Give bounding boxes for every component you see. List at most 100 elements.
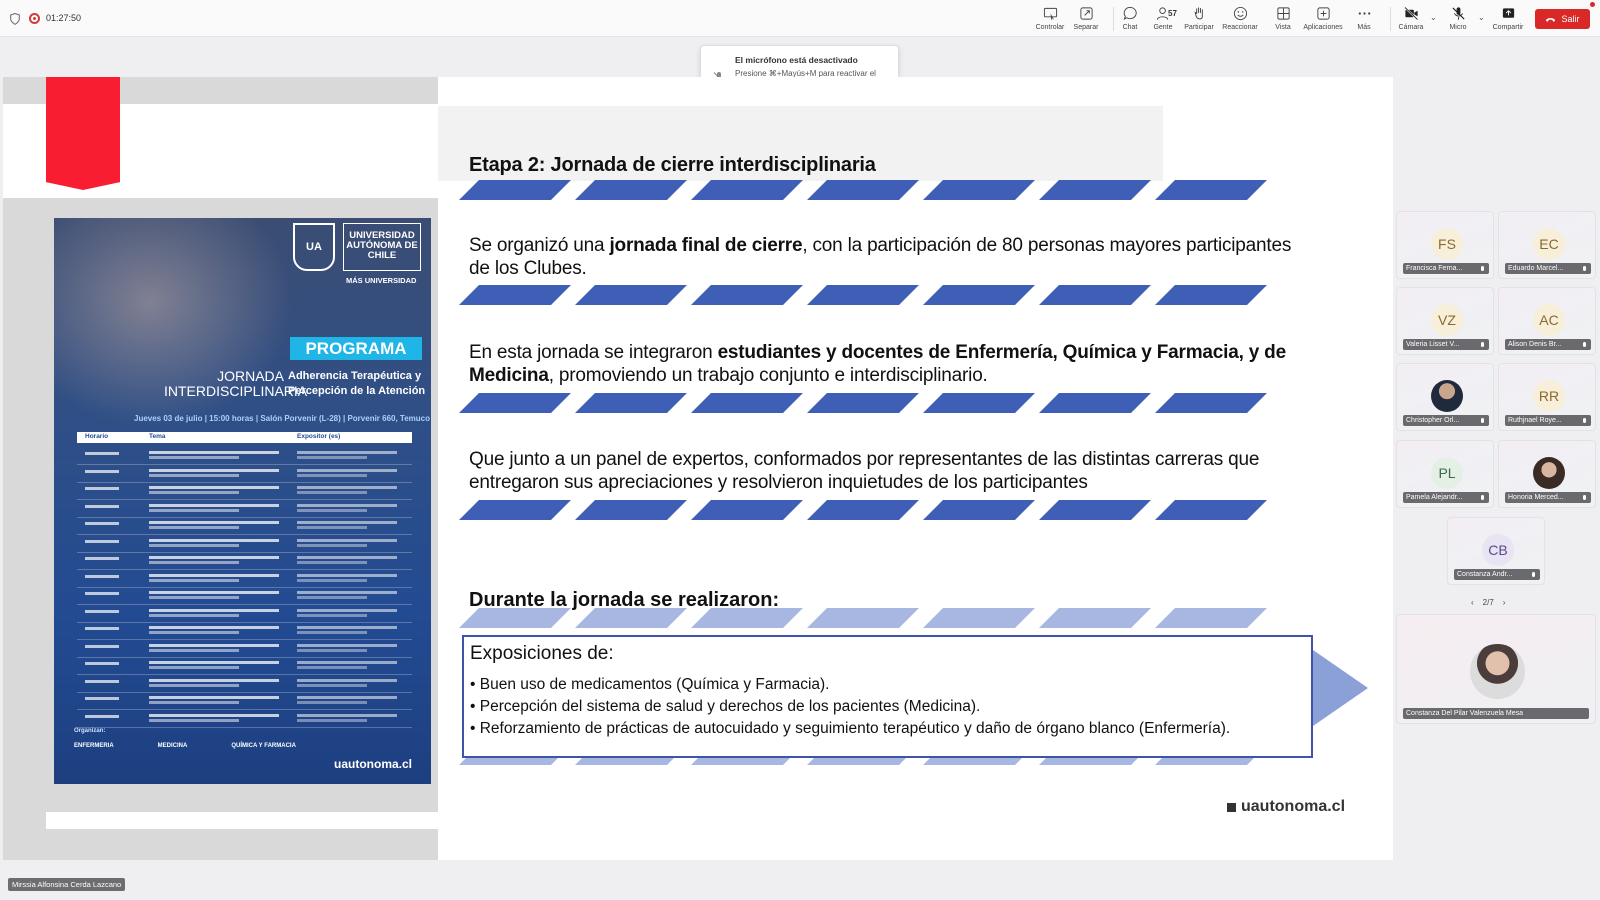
popout-icon <box>1079 7 1093 20</box>
stripe <box>1039 500 1151 520</box>
next-page-chevron-icon[interactable]: › <box>1503 598 1506 607</box>
stripe <box>1155 500 1267 520</box>
table-row <box>77 465 412 483</box>
paragraph-3: Que junto a un panel de expertos, confor… <box>469 449 1260 493</box>
slide-heading: Etapa 2: Jornada de cierre interdiscipli… <box>469 154 876 176</box>
participant-tile[interactable]: CB Constanza Andr... <box>1447 517 1545 585</box>
meeting-timer: 01:27:50 <box>46 13 82 23</box>
participant-tile[interactable]: VZ Valeria Lisset V... <box>1396 287 1494 355</box>
participant-tile[interactable]: FS Francisca Ferna... <box>1396 211 1494 279</box>
stripe <box>575 285 687 305</box>
presenter-name-label: Mirssia Alfonsina Cerda Lazcano <box>8 878 126 891</box>
box-title: Exposiciones de: <box>470 643 614 664</box>
avatar-photo <box>1533 457 1565 489</box>
mic-options-chevron-icon[interactable]: ⌄ <box>1478 13 1485 22</box>
paragraph-2: En esta jornada se integraron estudiante… <box>469 342 1286 386</box>
stripe-row <box>459 393 1267 413</box>
arrow-decoration <box>1313 650 1368 726</box>
exposiciones-box: Exposiciones de: Buen uso de medicamento… <box>462 635 1313 758</box>
participant-tile[interactable]: EC Eduardo Marcel... <box>1498 211 1596 279</box>
self-video-photo <box>1470 644 1525 699</box>
exposiciones-list: Buen uso de medicamentos (Química y Farm… <box>470 674 1230 740</box>
leave-button[interactable]: Salir <box>1535 9 1590 29</box>
avatar: AC <box>1533 304 1565 336</box>
avatar-photo <box>1431 380 1463 412</box>
participant-name: Constanza Andr... <box>1454 569 1540 580</box>
list-item: Reforzamiento de prácticas de autocuidad… <box>470 718 1230 740</box>
square-bullet-icon <box>1227 802 1236 812</box>
share-icon <box>1502 8 1514 18</box>
avatar: CB <box>1482 534 1514 566</box>
stripe <box>807 500 919 520</box>
stripe <box>691 608 803 628</box>
stripe <box>1155 608 1267 628</box>
raise-hand-button[interactable]: Participar <box>1177 6 1221 31</box>
participant-tile[interactable]: Christopher Orl... <box>1396 363 1494 431</box>
stripe <box>1039 393 1151 413</box>
table-row <box>77 640 412 658</box>
stripe <box>459 285 571 305</box>
participant-name: Christopher Orl... <box>1403 415 1489 426</box>
meeting-toolbar: 01:27:50 Controlar Separar Chat 57 Gente… <box>0 0 1600 37</box>
popout-button[interactable]: Separar <box>1064 6 1108 31</box>
avatar: FS <box>1431 228 1463 260</box>
stripe <box>459 180 571 200</box>
university-tagline: MÁS UNIVERSIDAD <box>346 276 417 285</box>
stripe-row <box>459 285 1267 305</box>
poster-jornada: JORNADA INTERDISCIPLINARIA <box>164 368 308 399</box>
poster-organizan: Organizan: <box>74 728 106 734</box>
stripe <box>575 608 687 628</box>
stripe <box>1155 180 1267 200</box>
stripe <box>691 500 803 520</box>
stripe-row <box>459 180 1267 200</box>
participant-tile[interactable]: PL Pamela Alejandr... <box>1396 440 1494 508</box>
stripe-row <box>459 608 1267 628</box>
university-name: UNIVERSIDAD AUTÓNOMA DE CHILE <box>343 223 421 271</box>
participant-tile[interactable]: AC Alison Denis Br... <box>1498 287 1596 355</box>
react-button[interactable]: Reaccionar <box>1218 6 1262 31</box>
more-button[interactable]: Más <box>1342 6 1386 31</box>
stripe <box>1039 608 1151 628</box>
gallery-pager: ‹ 2/7 › <box>1471 598 1505 607</box>
table-row <box>77 447 412 465</box>
table-row <box>77 692 412 710</box>
table-row <box>77 657 412 675</box>
list-item: Buen uso de medicamentos (Química y Farm… <box>470 674 1230 696</box>
table-row <box>77 500 412 518</box>
participant-tile[interactable]: Honoria Merced... <box>1498 440 1596 508</box>
participant-tile[interactable]: RR Ruthjnael Roye... <box>1498 363 1596 431</box>
stripe <box>923 180 1035 200</box>
stripe <box>923 393 1035 413</box>
programa-label: PROGRAMA <box>290 337 422 360</box>
stripe <box>1155 393 1267 413</box>
control-icon <box>1043 7 1057 21</box>
view-button[interactable]: Vista <box>1261 6 1305 31</box>
poster-date: Jueves 03 de julio | 15:00 horas | Salón… <box>134 414 431 423</box>
mic-button[interactable]: Micro <box>1436 6 1480 31</box>
table-row <box>77 605 412 623</box>
table-row <box>77 622 412 640</box>
participant-name: Ruthjnael Roye... <box>1505 415 1591 426</box>
stripe <box>807 285 919 305</box>
view-icon <box>1276 7 1290 20</box>
recording-icon <box>29 13 40 24</box>
stripe <box>575 180 687 200</box>
participant-name: Valeria Lisset V... <box>1403 339 1489 350</box>
stripe <box>807 393 919 413</box>
stripe <box>923 500 1035 520</box>
red-bookmark-tab <box>46 77 120 190</box>
previous-page-chevron-icon[interactable]: ‹ <box>1471 598 1474 607</box>
share-button[interactable]: Compartir <box>1486 6 1530 31</box>
camera-button[interactable]: Cámara <box>1389 6 1433 31</box>
self-view-tile[interactable]: Constanza Del Pilar Valenzuela Mesa <box>1396 614 1596 724</box>
stripe <box>691 393 803 413</box>
shield-icon <box>10 13 20 25</box>
mic-off-icon <box>1451 7 1465 20</box>
apps-button[interactable]: Aplicaciones <box>1301 6 1345 31</box>
more-icon <box>1358 12 1370 15</box>
participant-name: Honoria Merced... <box>1505 492 1591 503</box>
stripe <box>807 608 919 628</box>
stripe <box>575 393 687 413</box>
list-item: Percepción del sistema de salud y derech… <box>470 696 1230 718</box>
self-view-name: Constanza Del Pilar Valenzuela Mesa <box>1403 708 1589 719</box>
